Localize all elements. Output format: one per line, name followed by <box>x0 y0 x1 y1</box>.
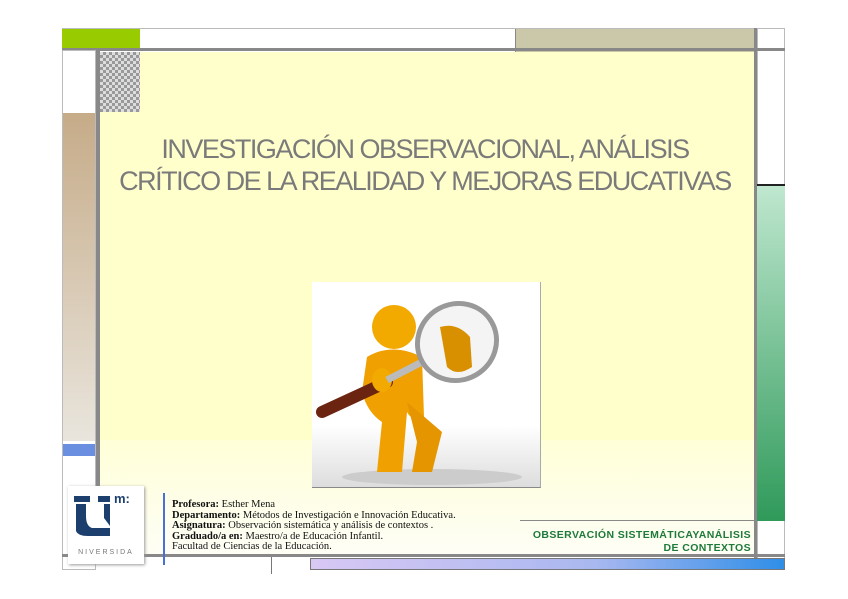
slide: INVESTIGACIÓN OBSERVACIONAL, ANÁLISIS CR… <box>0 0 848 599</box>
info-faculty: Facultad de Ciencias de la Educación. <box>172 541 332 552</box>
bottom-tick <box>271 557 272 574</box>
slide-title: INVESTIGACIÓN OBSERVACIONAL, ANÁLISIS CR… <box>119 134 732 196</box>
logo-text: NIVERSIDA <box>78 549 134 556</box>
bottom-bar <box>310 558 785 570</box>
top-line <box>62 48 785 51</box>
course-info: Profesora: Esther Mena Departamento: Mét… <box>172 499 456 553</box>
course-title-line2: DE CONTEXTOS <box>663 542 751 554</box>
info-divider <box>163 493 165 565</box>
person-with-magnifier-icon <box>312 282 541 488</box>
green-block <box>62 28 140 50</box>
top-frame <box>62 28 785 29</box>
course-title: OBSERVACIÓN SISTEMÁTICAYANÁLISIS DE CONT… <box>533 529 751 555</box>
green-sidebar <box>757 186 785 521</box>
left-line <box>96 48 100 488</box>
logo-mark: m: <box>114 491 130 506</box>
course-title-line1: OBSERVACIÓN SISTEMÁTICAYANÁLISIS <box>532 529 751 541</box>
university-logo: m: NIVERSIDA <box>68 486 144 564</box>
footer-line <box>520 520 755 521</box>
checker-block <box>100 52 140 112</box>
